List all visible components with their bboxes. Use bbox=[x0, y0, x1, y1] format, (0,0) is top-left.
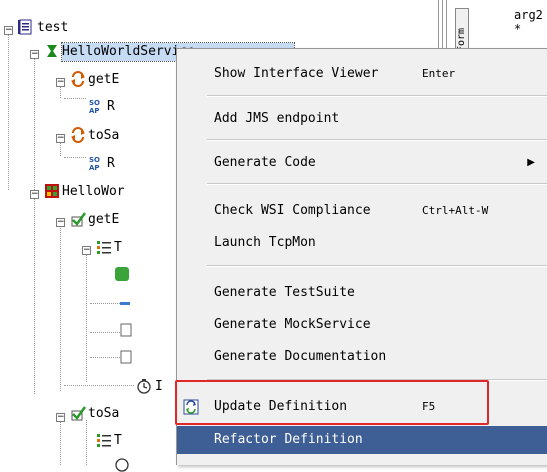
teststeps-icon bbox=[97, 241, 111, 254]
tree-item-label: I bbox=[155, 379, 163, 394]
menu-separator bbox=[207, 139, 547, 141]
tree-connector bbox=[8, 30, 9, 190]
project-icon bbox=[18, 19, 32, 35]
menu-item-generate-testsuite[interactable]: Generate TestSuite bbox=[177, 279, 547, 307]
tree-item-label: toSa bbox=[88, 406, 120, 421]
menu-item-label: Generate Code bbox=[214, 155, 316, 170]
menu-separator bbox=[207, 265, 547, 267]
menu-item-label: Refactor Definition bbox=[214, 432, 363, 447]
svg-text:AP: AP bbox=[89, 164, 100, 171]
interface-icon bbox=[47, 45, 57, 57]
menu-item-label: Launch TcpMon bbox=[214, 235, 316, 250]
menu-item-generate-mockservice[interactable]: Generate MockService bbox=[177, 311, 547, 339]
menu-item-launch-tcpmon[interactable]: Launch TcpMon bbox=[177, 229, 547, 257]
clipped-row bbox=[0, 0, 160, 5]
collapse-toggle[interactable]: − bbox=[4, 26, 13, 35]
collapse-toggle[interactable]: − bbox=[56, 78, 65, 87]
tree-connector bbox=[90, 303, 120, 304]
collapse-toggle[interactable]: − bbox=[30, 50, 39, 59]
tree-connector bbox=[60, 226, 61, 391]
testcase-icon bbox=[71, 406, 86, 421]
property-icon bbox=[120, 302, 130, 305]
tree-item-label: getE bbox=[88, 212, 120, 227]
menu-item-label: Check WSI Compliance bbox=[214, 203, 371, 218]
testcase-icon bbox=[71, 212, 86, 227]
soap-request-icon: SOAP bbox=[89, 99, 100, 114]
tree-item-label: getE bbox=[88, 72, 120, 87]
tree-item-label: T bbox=[114, 433, 122, 448]
menu-item-refactor-definition[interactable]: Refactor Definition bbox=[177, 426, 547, 454]
menu-item-shortcut: Enter bbox=[422, 67, 456, 80]
menu-item-label: Add JMS endpoint bbox=[214, 111, 340, 126]
menu-item-show-interface-viewer[interactable]: Show Interface Viewer Enter bbox=[177, 60, 547, 88]
menu-item-label: Generate TestSuite bbox=[214, 285, 355, 300]
tree-connector bbox=[90, 357, 120, 358]
tree-connector bbox=[60, 420, 61, 465]
tree-connector bbox=[34, 54, 35, 394]
menu-item-check-wsi-compliance[interactable]: Check WSI Compliance Ctrl+Alt-W bbox=[177, 197, 547, 225]
tree-item-label: T bbox=[114, 240, 122, 255]
operation-icon bbox=[71, 127, 85, 143]
menu-item-label: Show Interface Viewer bbox=[214, 66, 379, 81]
tree-connector bbox=[64, 98, 86, 99]
menu-separator bbox=[207, 183, 547, 185]
collapse-toggle[interactable]: − bbox=[82, 246, 91, 255]
svg-text:AP: AP bbox=[89, 107, 100, 114]
testsuite-icon bbox=[45, 184, 59, 198]
arg-field-label: arg2 * bbox=[514, 8, 543, 36]
operation-icon bbox=[71, 71, 85, 87]
tree-item-label: HelloWor bbox=[62, 184, 125, 199]
annotation-highlight-box bbox=[175, 380, 489, 425]
collapse-toggle[interactable]: − bbox=[30, 190, 39, 199]
tree-item-label: test bbox=[37, 20, 69, 35]
tree-item-label: R bbox=[107, 99, 115, 114]
menu-item-add-jms-endpoint[interactable]: Add JMS endpoint bbox=[177, 105, 547, 133]
tree-connector bbox=[64, 157, 86, 158]
menu-item-generate-code[interactable]: Generate Code ▶ bbox=[177, 149, 547, 177]
tree-item-label: toSa bbox=[88, 128, 120, 143]
tree-connector bbox=[86, 420, 87, 465]
teststep-icon bbox=[115, 267, 129, 281]
clock-icon bbox=[137, 379, 151, 394]
submenu-arrow-icon: ▶ bbox=[527, 157, 535, 168]
collapse-toggle[interactable]: − bbox=[56, 413, 65, 422]
menu-item-label: Generate MockService bbox=[214, 317, 371, 332]
teststep-icon bbox=[120, 350, 132, 364]
tree-item-label: R bbox=[107, 156, 115, 171]
teststeps-icon bbox=[97, 434, 111, 447]
clock-icon bbox=[115, 458, 129, 472]
tree-connector bbox=[64, 385, 134, 386]
svg-text:SO: SO bbox=[89, 156, 100, 164]
menu-separator bbox=[207, 95, 547, 97]
tree-connector bbox=[86, 252, 87, 382]
svg-text:SO: SO bbox=[89, 99, 100, 107]
collapse-toggle[interactable]: − bbox=[56, 218, 65, 227]
teststep-icon bbox=[120, 323, 132, 337]
soap-request-icon: SOAP bbox=[89, 156, 100, 171]
menu-item-shortcut: Ctrl+Alt-W bbox=[422, 204, 489, 217]
menu-item-label: Generate Documentation bbox=[214, 349, 387, 364]
collapse-toggle[interactable]: − bbox=[56, 134, 65, 143]
menu-item-generate-documentation[interactable]: Generate Documentation bbox=[177, 343, 547, 371]
tree-connector bbox=[90, 332, 120, 333]
